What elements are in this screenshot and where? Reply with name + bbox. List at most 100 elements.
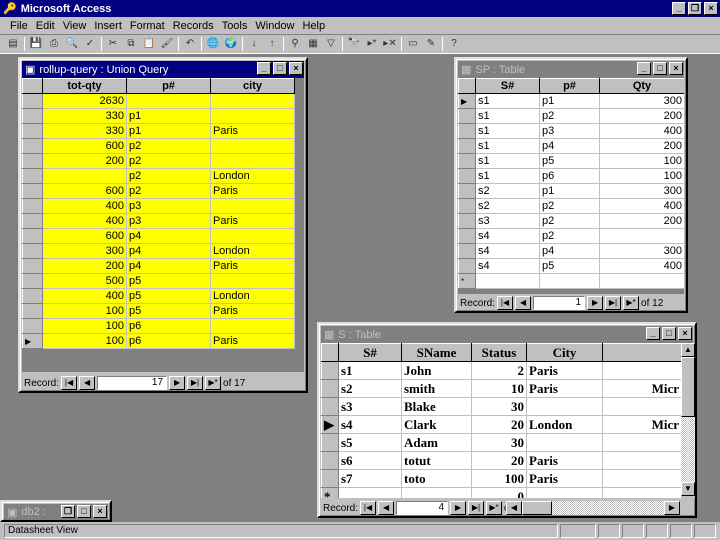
record-selector[interactable] <box>458 168 476 184</box>
table-row[interactable]: 200 p4 Paris <box>22 258 295 274</box>
database-window-icon[interactable]: ▭ <box>406 37 420 51</box>
cell[interactable]: Paris <box>210 333 295 349</box>
db2-minimized-window[interactable]: ▣ db2 : ❐ □ × <box>0 500 112 522</box>
select-all-corner[interactable] <box>458 78 476 94</box>
cell[interactable]: s1 <box>475 93 540 109</box>
cell[interactable] <box>526 397 603 416</box>
cell[interactable]: 600 <box>42 228 127 244</box>
previous-record-icon[interactable]: ◀ <box>79 376 96 390</box>
cell[interactable]: Paris <box>526 469 603 488</box>
close-button[interactable]: × <box>93 505 107 518</box>
cell[interactable]: 20 <box>471 451 527 470</box>
table-row[interactable]: s1 p4 200 <box>458 138 684 154</box>
cell[interactable]: s2 <box>475 198 540 214</box>
record-selector[interactable]: ▶ <box>321 415 339 434</box>
cell[interactable]: p1 <box>126 123 211 139</box>
cell[interactable]: p5 <box>539 258 600 274</box>
select-all-corner[interactable] <box>321 343 339 362</box>
cell[interactable]: p2 <box>539 228 600 244</box>
column-header[interactable]: SName <box>401 343 472 362</box>
insert-hyperlink-icon[interactable]: 🌐 <box>206 37 220 51</box>
record-selector[interactable] <box>321 433 339 452</box>
cell[interactable]: s2 <box>475 183 540 199</box>
cell[interactable]: s1 <box>338 361 402 380</box>
first-record-icon[interactable]: |◀ <box>360 501 377 515</box>
table-row[interactable]: 200 p2 <box>22 153 295 169</box>
minimize-button[interactable]: _ <box>257 62 271 75</box>
cell[interactable] <box>602 469 681 488</box>
cell[interactable]: 300 <box>599 243 684 259</box>
record-selector[interactable] <box>458 123 476 139</box>
cell[interactable]: p1 <box>126 108 211 124</box>
cell[interactable]: p2 <box>539 213 600 229</box>
table-row[interactable]: 400 p5 London <box>22 288 295 304</box>
cell[interactable]: Adam <box>401 433 472 452</box>
cell[interactable]: 400 <box>42 288 127 304</box>
cell[interactable]: s3 <box>338 397 402 416</box>
cell[interactable]: 200 <box>42 153 127 169</box>
cell[interactable]: p2 <box>539 108 600 124</box>
cell[interactable]: 400 <box>42 198 127 214</box>
view-icon[interactable]: ▤ <box>6 37 20 51</box>
cell[interactable] <box>475 273 540 289</box>
cell[interactable]: p5 <box>126 273 211 289</box>
cell[interactable]: p2 <box>126 183 211 199</box>
record-selector[interactable] <box>458 213 476 229</box>
record-selector[interactable] <box>22 108 43 124</box>
cell[interactable]: s7 <box>338 469 402 488</box>
delete-record-icon[interactable]: ▸✕ <box>383 37 397 51</box>
table-row[interactable]: ▶ 100 p6 Paris <box>22 333 295 349</box>
cell[interactable]: s2 <box>338 379 402 398</box>
cell[interactable]: Paris <box>210 123 295 139</box>
cell[interactable]: 10 <box>471 379 527 398</box>
first-record-icon[interactable]: |◀ <box>61 376 78 390</box>
cell[interactable] <box>210 108 295 124</box>
cell[interactable]: p3 <box>539 123 600 139</box>
record-selector[interactable] <box>22 273 43 289</box>
cell[interactable]: Micr <box>602 415 681 434</box>
column-header[interactable] <box>602 343 681 362</box>
cell[interactable]: 0 <box>471 487 527 498</box>
db2-title-bar[interactable]: ▣ db2 : ❐ □ × <box>4 504 108 520</box>
column-header[interactable]: city <box>210 78 295 94</box>
cell[interactable]: Blake <box>401 397 472 416</box>
cell[interactable]: 100 <box>599 153 684 169</box>
close-button[interactable]: × <box>669 62 683 75</box>
table-row[interactable]: s3 p2 200 <box>458 213 684 229</box>
cell[interactable]: 300 <box>599 183 684 199</box>
column-header[interactable]: Qty <box>599 78 684 94</box>
query-window-title-bar[interactable]: ▣ rollup-query : Union Query _ □ × <box>22 61 304 78</box>
apply-filter-icon[interactable]: ▽ <box>324 37 338 51</box>
record-selector[interactable] <box>458 243 476 259</box>
table-row[interactable]: s3 Blake 30 <box>321 397 681 416</box>
record-selector[interactable] <box>22 318 43 334</box>
next-record-icon[interactable]: ▶ <box>587 296 604 310</box>
filter-by-form-icon[interactable]: ▦ <box>306 37 320 51</box>
next-record-icon[interactable]: ▶ <box>169 376 186 390</box>
record-selector[interactable] <box>22 228 43 244</box>
table-row[interactable]: 500 p5 <box>22 273 295 289</box>
sort-ascending-icon[interactable]: ↓ <box>247 37 261 51</box>
table-row[interactable]: s1 p5 100 <box>458 153 684 169</box>
record-selector[interactable] <box>22 258 43 274</box>
cell[interactable]: p3 <box>126 198 211 214</box>
paste-icon[interactable]: 📋 <box>142 37 156 51</box>
table-row[interactable]: 100 p5 Paris <box>22 303 295 319</box>
cell[interactable]: 400 <box>599 258 684 274</box>
cell[interactable]: p4 <box>539 243 600 259</box>
cell[interactable]: 2630 <box>42 93 127 109</box>
scroll-right-arrow-icon[interactable]: ▶ <box>664 501 680 515</box>
cell[interactable]: s4 <box>475 243 540 259</box>
cell[interactable] <box>210 228 295 244</box>
cell[interactable]: s4 <box>475 228 540 244</box>
cell[interactable]: p6 <box>539 168 600 184</box>
cell[interactable] <box>42 168 127 184</box>
record-selector[interactable] <box>22 123 43 139</box>
cell[interactable]: 20 <box>471 415 527 434</box>
query-window[interactable]: ▣ rollup-query : Union Query _ □ × tot-qty… <box>18 57 308 393</box>
table-row[interactable]: s5 Adam 30 <box>321 433 681 452</box>
cell[interactable] <box>526 487 603 498</box>
table-row[interactable]: ▶ s4 Clark 20 London Micr <box>321 415 681 434</box>
table-row[interactable]: p2 London <box>22 168 295 184</box>
record-selector[interactable] <box>22 168 43 184</box>
